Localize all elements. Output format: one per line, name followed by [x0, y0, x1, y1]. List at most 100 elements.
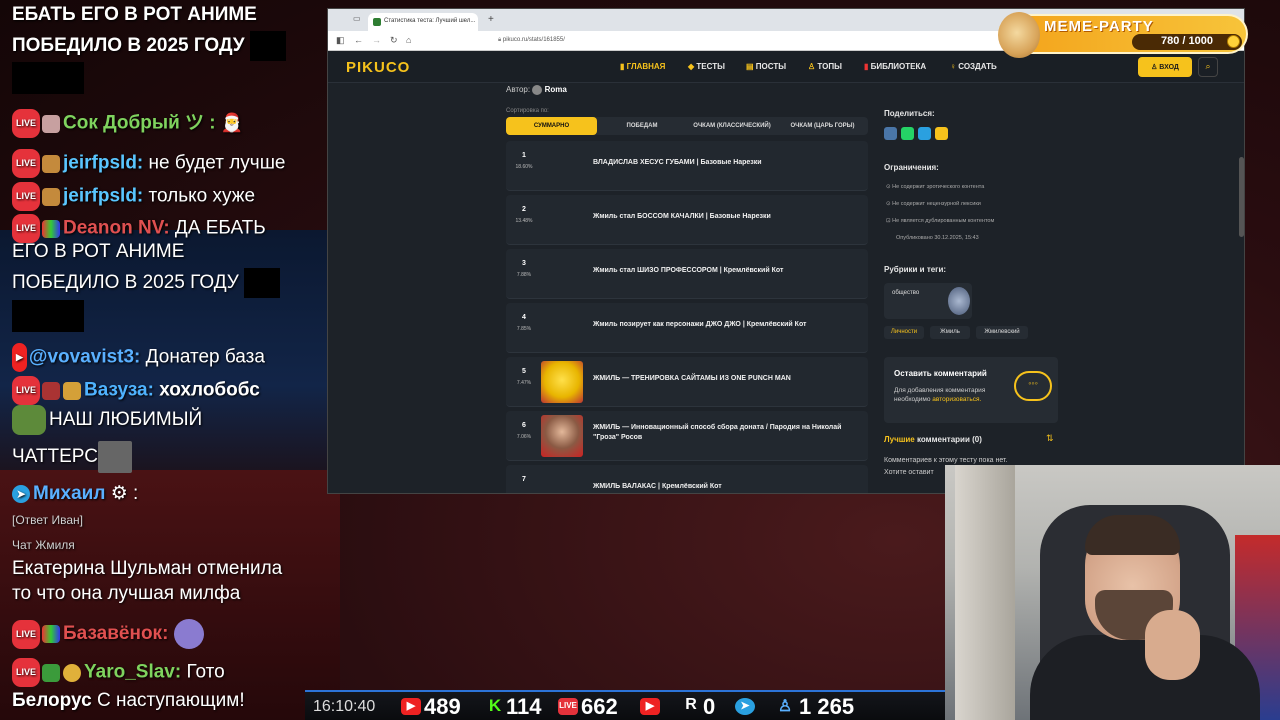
- row-title: ЖМИЛЬ ВАЛАКАС | Кремлёвский Кот: [593, 483, 722, 490]
- nav-home[interactable]: ▮ ГЛАВНАЯ: [620, 62, 665, 71]
- speech-bubble-icon: ◦◦◦: [1014, 371, 1052, 401]
- avatar: [42, 625, 61, 643]
- chat-text: ЕГО В РОТ АНИМЕ: [12, 241, 185, 262]
- sort-summary[interactable]: СУММАРНО: [506, 117, 597, 135]
- comment-box: Оставить комментарий Для добавления комм…: [884, 357, 1058, 423]
- forward-icon[interactable]: →: [372, 35, 381, 45]
- person-hand: [1145, 610, 1200, 680]
- telegram-icon[interactable]: [918, 127, 931, 140]
- nav-tops[interactable]: ♙ ТОПЫ: [808, 62, 842, 71]
- chat-message: ЕБАТЬ ЕГО В РОТ АНИМЕ: [12, 2, 257, 27]
- link-icon[interactable]: [935, 127, 948, 140]
- nav-posts[interactable]: ▤ ПОСТЫ: [746, 62, 786, 71]
- reload-icon[interactable]: ↻: [390, 35, 398, 46]
- url-field[interactable]: 🔒︎ pikuco.ru/stats/161855/: [498, 35, 998, 48]
- telegram-icon: ➤: [735, 698, 755, 715]
- best-filter[interactable]: Лучшие: [884, 435, 915, 444]
- result-row[interactable]: 5 7.47% ЖМИЛЬ — ТРЕНИРОВКА САЙТАМЫ ИЗ ONE …: [506, 357, 868, 407]
- doge-icon: [998, 12, 1040, 58]
- sort-king[interactable]: ОЧКАМ (ЦАРЬ ГОРЫ): [777, 117, 868, 135]
- chat-message: LIVE jeirfpsld: только хуже: [12, 182, 255, 211]
- chat-nick: Базавёнок:: [63, 623, 169, 645]
- login-button[interactable]: ♙ ВХОД: [1138, 57, 1192, 77]
- rutube-icon: R: [685, 696, 697, 713]
- percent: 7.88%: [516, 272, 532, 278]
- limit-text: Не содержит нецензурной лексики: [892, 201, 981, 207]
- rank: 4: [522, 314, 526, 321]
- tab-list-icon[interactable]: ▭: [353, 14, 361, 23]
- chat-message: НАШ ЛЮБИМЫЙ: [12, 405, 202, 435]
- avatar: [42, 381, 61, 400]
- meme-progress: 780 / 1000: [1132, 34, 1242, 50]
- nav-library[interactable]: ▮ БИБЛИОТЕКА: [864, 62, 926, 71]
- coin-icon: [1227, 35, 1240, 48]
- chat-text: Гото: [186, 661, 225, 683]
- result-row[interactable]: 1 18.60% ВЛАДИСЛАВ ХЕСУС ГУБАМИ | Базовые …: [506, 141, 868, 191]
- chat-nick: Deanon NV:: [63, 217, 170, 239]
- chat-text: Донатер база: [145, 346, 265, 368]
- youtube-icon: ▶: [401, 698, 421, 715]
- percent: 13.48%: [515, 218, 533, 224]
- chat-text: не будет лучше: [148, 152, 286, 174]
- nav-label: ТОПЫ: [817, 62, 842, 71]
- tag[interactable]: Жмиль: [930, 326, 970, 339]
- favicon-icon: [373, 18, 381, 26]
- chat-text: С наступающим!: [96, 690, 245, 711]
- site-logo[interactable]: PIKUCO: [346, 59, 410, 76]
- youtube-icon: ▶: [12, 343, 27, 372]
- tab-title: Статистика теста: Лучший шел...: [384, 18, 476, 24]
- sort-classic[interactable]: ОЧКАМ (КЛАССИЧЕСКИЙ): [687, 117, 777, 135]
- meme-progress-text: 780 / 1000: [1161, 35, 1213, 47]
- back-icon[interactable]: ←: [354, 35, 363, 45]
- kick-viewers: 114: [506, 694, 542, 719]
- chat-message: LIVE Сок Добрый ツ : 🎅: [12, 109, 243, 138]
- whatsapp-icon[interactable]: [901, 127, 914, 140]
- nav-tests[interactable]: ◆ ТЕСТЫ: [688, 62, 725, 71]
- comment-text: Для добавления комментария необходимо ав…: [894, 386, 1014, 404]
- censor-block: [12, 62, 84, 94]
- chat-text: то что она лучшая милфа: [12, 583, 241, 604]
- author-name[interactable]: Roma: [545, 85, 567, 94]
- rank: 6: [522, 422, 526, 429]
- author-line: Автор: Roma: [506, 85, 567, 95]
- sort-wins[interactable]: ПОБЕДАМ: [597, 117, 687, 135]
- chat-feed: ЕБАТЬ ЕГО В РОТ АНИМЕ ПОБЕДИЛО В 2025 ГО…: [10, 0, 330, 720]
- tag[interactable]: Личности: [884, 326, 924, 339]
- url-text: pikuco.ru/stats/161855/: [502, 37, 565, 43]
- authorize-link[interactable]: авторизоваться.: [932, 396, 981, 403]
- new-tab-button[interactable]: +: [488, 14, 494, 25]
- rubric-card[interactable]: общество: [884, 283, 972, 319]
- home-icon[interactable]: ⌂: [406, 35, 411, 45]
- chat-nick: Сок Добрый ツ :: [63, 112, 216, 134]
- tops-icon: ♙: [808, 62, 816, 71]
- sort-icon[interactable]: ⇅: [1046, 433, 1054, 444]
- vk-viewers: 662: [581, 694, 618, 719]
- rank: 7: [522, 476, 526, 483]
- result-row[interactable]: 7 ЖМИЛЬ ВАЛАКАС | Кремлёвский Кот: [506, 465, 868, 493]
- result-row[interactable]: 2 13.48% Жмиль стал БОССОМ КАЧАЛКИ | Базов…: [506, 195, 868, 245]
- nav-label: ГЛАВНАЯ: [626, 62, 666, 71]
- scrollbar[interactable]: [1239, 157, 1244, 237]
- stream-overlay: ЕБАТЬ ЕГО В РОТ АНИМЕ ПОБЕДИЛО В 2025 ГО…: [0, 0, 1280, 720]
- person-hair: [1085, 515, 1180, 555]
- browser-tab[interactable]: Статистика теста: Лучший шел...: [368, 13, 478, 31]
- sidebar-icon[interactable]: ◧: [336, 35, 345, 46]
- sidebar: Поделиться: Ограничения: ⊙ Не содержит э…: [884, 83, 1074, 493]
- chat-text: только хуже: [148, 185, 256, 207]
- author-avatar: [532, 85, 543, 95]
- avatar: [63, 381, 82, 400]
- chat-text: НАШ ЛЮБИМЫЙ: [49, 409, 203, 431]
- tag[interactable]: Жмилевский: [976, 326, 1028, 339]
- result-row[interactable]: 6 7.06% ЖМИЛЬ — Инновационный способ сбора…: [506, 411, 868, 461]
- page-content: Автор: Roma Сортировка по: СУММАРНО ПОБЕ…: [328, 83, 1244, 493]
- youtube-viewers: 489: [424, 694, 461, 719]
- chat-text: Екатерина Шульман отменила: [12, 558, 283, 579]
- nav-create[interactable]: ♀ СОЗДАТЬ: [950, 62, 997, 71]
- chat-nick: Михаил: [33, 483, 106, 504]
- result-row[interactable]: 4 7.85% Жмиль позирует как персонажи ДЖО Д…: [506, 303, 868, 353]
- result-row[interactable]: 3 7.88% Жмиль стал ШИЗО ПРОФЕССОРОМ | Крем…: [506, 249, 868, 299]
- vk-icon[interactable]: [884, 127, 897, 140]
- search-button[interactable]: ⌕: [1198, 57, 1218, 77]
- vk-live-icon: LIVE: [558, 698, 578, 715]
- chat-text: ДА ЕБАТЬ: [174, 217, 266, 239]
